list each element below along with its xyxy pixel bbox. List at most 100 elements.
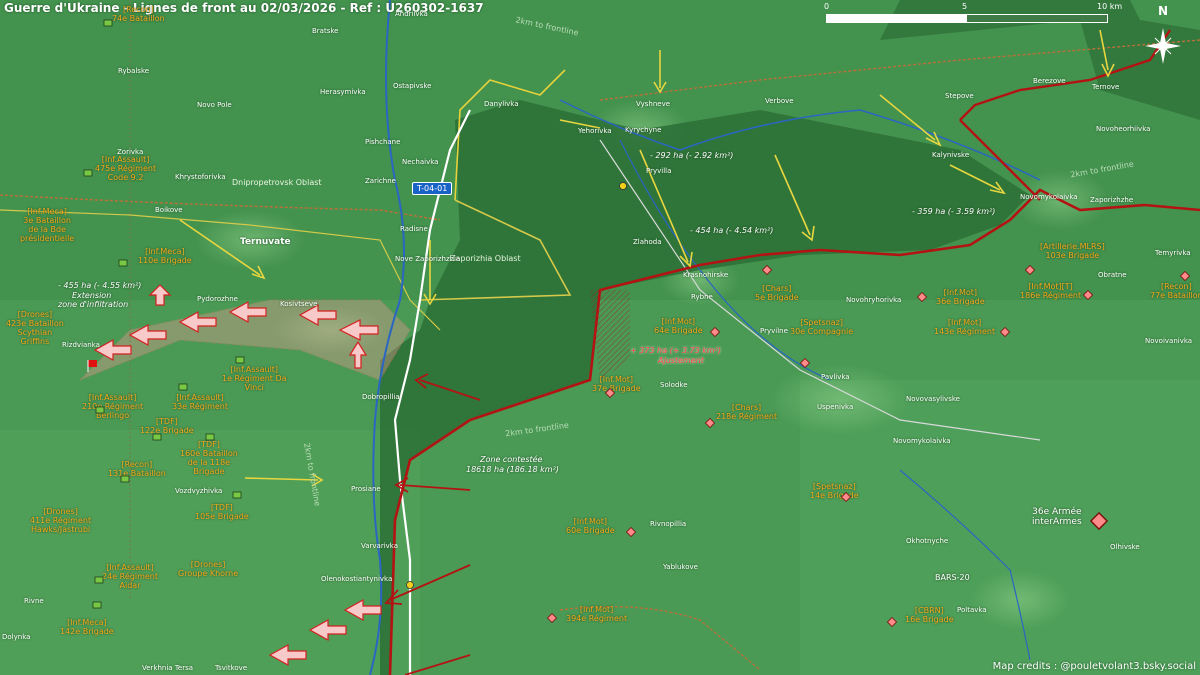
town-label: Dobropillia [362,393,400,401]
unit-label: BARS-20 [935,573,970,582]
ukrainian-unit-icon [120,475,130,483]
town-label: Tsvitkove [215,664,248,672]
town-label: Yehorivka [578,127,612,135]
unit-label: [Inf.Mot] 37e Brigade [592,375,641,393]
unit-label-line: 122e Brigade [140,426,194,435]
unit-label: [Spetsnaz] 30e Compagnie [790,318,853,336]
town-label: Olenokostiantynivka [321,575,393,583]
unit-label-line: 110e Brigade [138,256,192,265]
unit-label-line: Brigade [193,467,225,476]
russian-unit-icon [605,388,615,398]
town-label: Zaporizhzhe [1090,196,1134,204]
unit-label-line: [Inf.Assault] [88,393,137,402]
unit-label: [Inf.Assault] 33e Régiment [172,393,228,411]
town-label: Uspenivka [817,403,854,411]
town-label: Danylivka [484,100,519,108]
town-label: Zlahoda [633,238,662,246]
unit-label: [Inf.Mot] 60e Brigade [566,517,615,535]
town-label: Herasymivka [320,88,366,96]
unit-label-line: 60e Brigade [566,526,615,535]
unit-label-line: 14e Brigade [810,491,859,500]
town-label: Kosivtseve [280,300,318,308]
town-label: Verkhnia Tersa [142,664,194,672]
unit-label-line: 131e Bataillon [108,469,166,478]
unit-label-line: Griffins [20,337,50,346]
unit-label-line: Scythian [17,328,53,337]
unit-label-line: 74e Bataillon [112,14,165,23]
unit-label-line: 1e Régiment Da [222,374,287,383]
town-label: Nechaivka [402,158,439,166]
town-label: Nove Zaporizhzhia [395,255,461,263]
unit-label-line: [Inf.Meca] [27,207,67,216]
town-label: Andriivka [395,10,428,18]
unit-label-line: [Inf.Assault] [101,155,150,164]
russian-unit-icon [917,292,927,302]
russian-unit-icon [547,613,557,623]
russian-unit-icon [1090,512,1108,530]
town-label: Pryvilla [646,167,672,175]
russian-unit-icon [1083,290,1093,300]
unit-label: [CBRN] 16e Brigade [905,606,954,624]
unit-label-line: [TDF] [210,503,233,512]
unit-label-line: Hawks/Jastrubi [30,525,91,534]
unit-label-line: [Inf.Meca] [145,247,185,256]
ukrainian-unit-icon [95,406,105,414]
town-label: Dolynka [2,633,31,641]
ukrainian-unit-icon [94,576,104,584]
unit-label-line: 33e Régiment [172,402,228,411]
north-arrow-icon: N [1145,4,1185,68]
unit-label-line: 5e Brigade [755,293,799,302]
unit-label-line: [Inf.Assault] [176,393,224,402]
unit-label: 36e Armée interArmes [1032,507,1082,527]
unit-label: [Spetsnaz] 14e Brigade [810,482,859,500]
town-label: Kyrychyne [625,126,662,134]
town-label: Ternove [1092,83,1120,91]
unit-label: [Inf.Assault] 475e Régiment Code 9.2 [95,155,156,182]
unit-label: [Inf.Assault] 24e Régiment Aidar [102,563,158,590]
unit-label-line: Aidar [119,581,141,590]
scale-tick: 5 [962,2,968,11]
contested-label: Zone contestée [480,455,543,464]
town-label: Varvarivka [361,542,399,550]
unit-label-line: [Recon] [122,5,154,14]
town-label: Rybalske [118,67,150,75]
town-label: Prosiane [351,485,381,493]
town-label: Rivnopillia [650,520,687,528]
unit-label-line: interArmes [1032,517,1082,527]
town-label: Pavlivka [821,373,850,381]
map-credits: Map credits : @pouletvolant3.bsky.social [992,661,1196,672]
town-label: Pishchane [365,138,401,146]
ukrainian-unit-icon [205,433,215,441]
unit-label-line: [Drones] [43,507,78,516]
unit-label-line: [Inf.Mot] [947,318,982,327]
town-label: Okhotnyche [906,537,949,545]
unit-label-line: 30e Compagnie [790,327,854,336]
russian-unit-icon [626,527,636,537]
unit-label-line: 24e Régiment [102,572,158,581]
unit-label-line: 186e Régiment [1020,291,1082,300]
unit-label-line: [Spetsnaz] [800,318,843,327]
town-label: Novohryhorivka [846,296,902,304]
unit-label-line: 411e Régiment [30,516,92,525]
unit-label-line: 394e Régiment [566,614,628,623]
russian-unit-icon [710,327,720,337]
unit-label-line: de la Bde [28,225,66,234]
unit-label-line: [Chars] [731,403,762,412]
town-label: Yablukove [663,563,698,571]
unit-label-line: 36e Brigade [936,297,985,306]
unit-label-line: 36e Armée [1032,507,1082,517]
town-label: Rizdvianka [62,341,100,349]
unit-label-line: [Drones] [190,560,226,569]
unit-label: [Chars] 5e Brigade [755,284,799,302]
unit-label-line: [Inf.Meca] [67,618,107,627]
area-change-label: - 292 ha (- 2.92 km²) [650,151,734,160]
russian-unit-icon [887,617,897,627]
unit-label-line: [Inf.Mot] [599,375,633,384]
russian-unit-icon [762,265,772,275]
unit-label-line: 103e Brigade [1045,251,1100,260]
town-label: Novovasylivske [906,395,960,403]
unit-label: [Recon] 74e Bataillon [112,5,165,23]
russian-unit-icon [1000,327,1010,337]
town-label: Pryvilne [760,327,788,335]
russian-unit-icon [1180,271,1190,281]
